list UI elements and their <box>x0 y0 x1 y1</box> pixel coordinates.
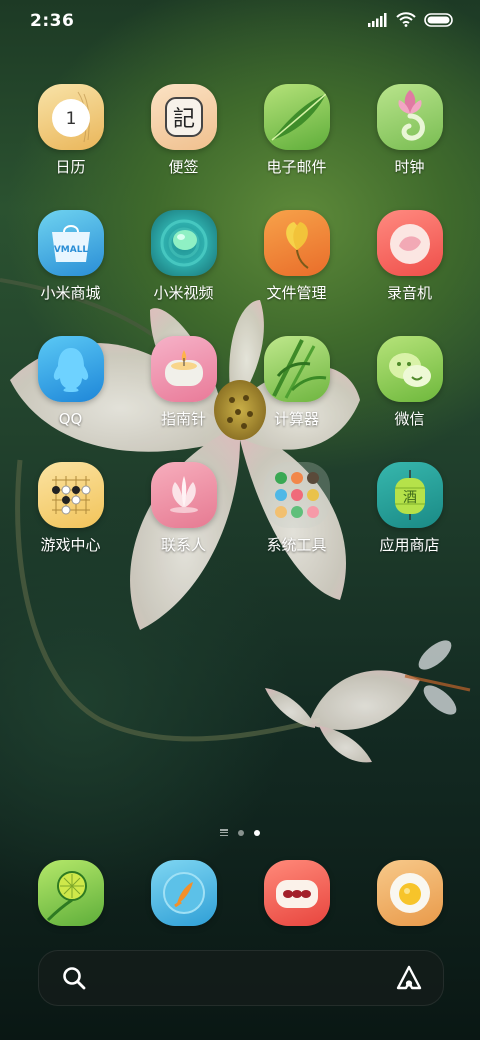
app-calendar[interactable]: 1 日历 <box>14 84 127 176</box>
app-notes[interactable]: 記 便签 <box>127 84 240 176</box>
calculator-icon <box>263 336 330 402</box>
dock-camera[interactable] <box>353 860 466 926</box>
clock-icon <box>376 84 443 150</box>
page-indicator-dot[interactable] <box>238 829 244 836</box>
dock-phone[interactable] <box>14 860 127 926</box>
app-calculator[interactable]: 计算器 <box>240 336 353 428</box>
app-contacts[interactable]: 联系人 <box>127 462 240 554</box>
app-file-manager[interactable]: 文件管理 <box>240 210 353 302</box>
game-center-icon <box>37 462 104 528</box>
qq-icon <box>37 336 104 402</box>
camera-icon <box>376 860 443 926</box>
wifi-icon <box>396 12 416 27</box>
app-mi-video[interactable]: 小米视频 <box>127 210 240 302</box>
file-manager-icon <box>263 210 330 276</box>
app-label: 指南针 <box>160 410 206 428</box>
app-label: 微信 <box>394 410 425 428</box>
app-email[interactable]: 电子邮件 <box>240 84 353 176</box>
page-indicator <box>0 829 480 836</box>
app-label: 计算器 <box>273 410 319 428</box>
app-app-store[interactable]: 酒 应用商店 <box>353 462 466 554</box>
app-label: 联系人 <box>160 536 206 554</box>
wechat-icon <box>376 336 443 402</box>
app-label: 小米商城 <box>40 284 101 302</box>
messages-icon <box>150 860 217 926</box>
app-store-glyph: 酒 <box>403 490 417 506</box>
app-label: 游戏中心 <box>40 536 101 554</box>
app-label: 文件管理 <box>266 284 327 302</box>
app-label: QQ <box>58 410 83 428</box>
assistant-icon[interactable] <box>395 964 423 992</box>
app-mi-store[interactable]: VMALL 小米商城 <box>14 210 127 302</box>
email-icon <box>263 84 330 150</box>
dock-browser[interactable] <box>240 860 353 926</box>
battery-icon <box>424 12 453 27</box>
app-wechat[interactable]: 微信 <box>353 336 466 428</box>
app-label: 系统工具 <box>266 536 327 554</box>
notes-glyph: 記 <box>172 107 194 132</box>
search-icon <box>63 967 86 990</box>
app-label: 时钟 <box>394 158 425 176</box>
compass-icon <box>150 336 217 402</box>
calendar-date: 1 <box>65 109 76 129</box>
app-label: 便签 <box>168 158 199 176</box>
system-tools-folder-icon <box>263 462 330 528</box>
signal-icon <box>368 12 387 27</box>
app-label: 电子邮件 <box>266 158 327 176</box>
app-label: 应用商店 <box>379 536 440 554</box>
app-qq[interactable]: QQ <box>14 336 127 428</box>
search-bar[interactable] <box>38 950 444 1006</box>
recorder-icon <box>376 210 443 276</box>
browser-icon <box>263 860 330 926</box>
mi-store-icon: VMALL <box>37 210 104 276</box>
status-bar: 2:36 <box>0 0 480 42</box>
app-label: 小米视频 <box>153 284 214 302</box>
app-compass[interactable]: 指南针 <box>127 336 240 428</box>
status-time: 2:36 <box>30 11 75 31</box>
page-indicator-feed[interactable] <box>220 829 228 836</box>
app-clock[interactable]: 时钟 <box>353 84 466 176</box>
app-label: 录音机 <box>386 284 432 302</box>
calendar-icon: 1 <box>37 84 104 150</box>
notes-icon: 記 <box>150 84 217 150</box>
folder-system-tools[interactable]: 系统工具 <box>240 462 353 554</box>
app-recorder[interactable]: 录音机 <box>353 210 466 302</box>
app-label: 日历 <box>55 158 86 176</box>
app-store-icon: 酒 <box>376 462 443 528</box>
dock-messages[interactable] <box>127 860 240 926</box>
app-game-center[interactable]: 游戏中心 <box>14 462 127 554</box>
phone-icon <box>37 860 104 926</box>
page-indicator-dot-active[interactable] <box>254 829 260 836</box>
contacts-icon <box>150 462 217 528</box>
mi-store-glyph: VMALL <box>53 245 88 255</box>
mi-video-icon <box>150 210 217 276</box>
